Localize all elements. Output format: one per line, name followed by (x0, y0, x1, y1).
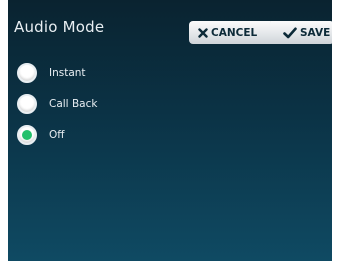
radio-selected-dot (22, 130, 32, 140)
save-button[interactable]: SAVE (258, 21, 332, 44)
save-label: SAVE (300, 26, 331, 39)
option-label: Instant (49, 67, 86, 79)
audio-mode-screen: Audio Mode CANCEL SAVE Instant Call Back… (8, 0, 332, 261)
option-label: Off (49, 129, 65, 141)
radio-button-unchecked[interactable] (17, 94, 37, 114)
option-off[interactable]: Off (17, 123, 97, 147)
close-icon (198, 27, 211, 38)
option-call-back[interactable]: Call Back (17, 92, 97, 116)
radio-button-checked[interactable] (17, 125, 37, 145)
action-bar: CANCEL SAVE (189, 21, 332, 44)
audio-mode-options: Instant Call Back Off (17, 61, 97, 154)
option-label: Call Back (49, 98, 98, 110)
checkmark-icon (283, 27, 300, 39)
cancel-label: CANCEL (211, 26, 258, 39)
radio-button-unchecked[interactable] (17, 63, 37, 83)
page-title: Audio Mode (14, 18, 105, 36)
cancel-button[interactable]: CANCEL (189, 21, 271, 44)
option-instant[interactable]: Instant (17, 61, 97, 85)
